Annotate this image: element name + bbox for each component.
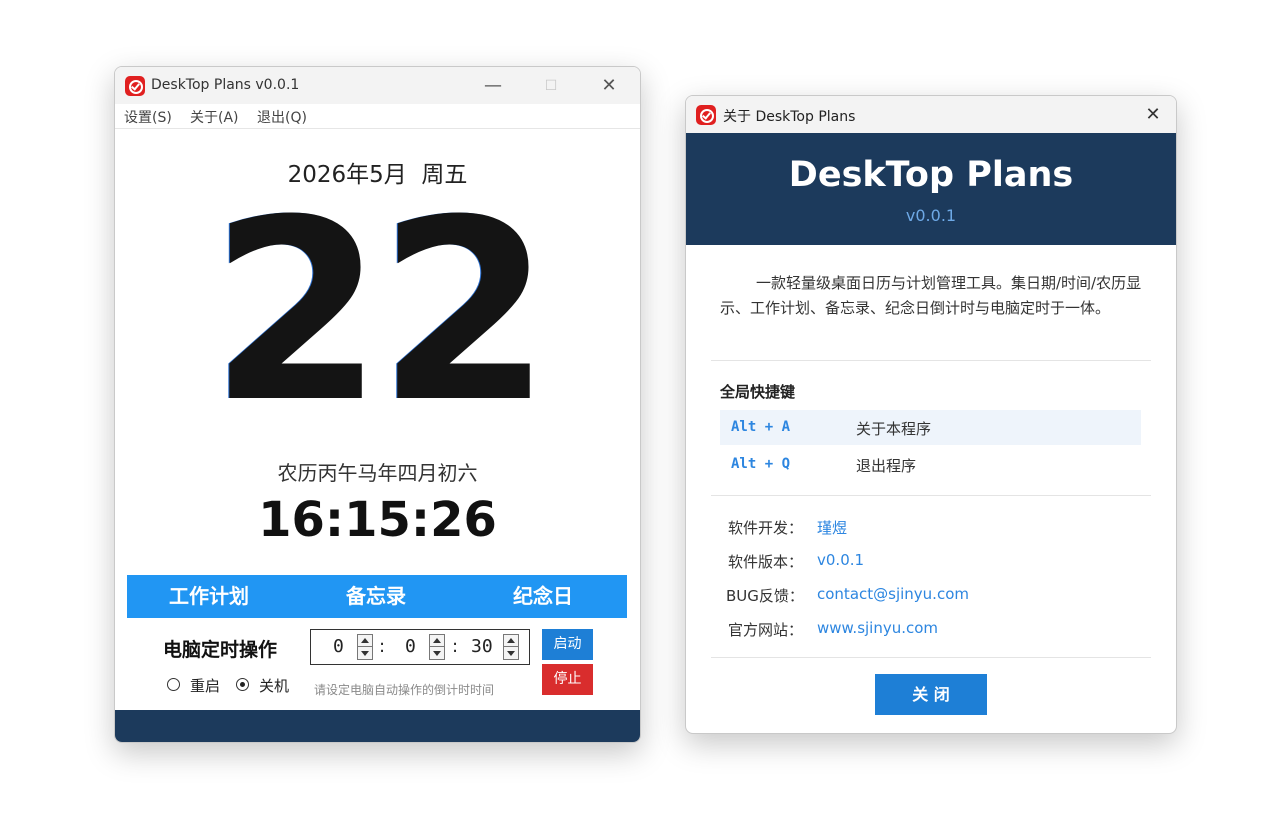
seconds-spinner-icon[interactable] (503, 634, 519, 660)
developer-value: 瑾煜 (817, 519, 848, 537)
about-dialog: 关于 DeskTop Plans ✕ DeskTop Plans v0.0.1 … (685, 95, 1177, 734)
restart-radio-icon[interactable] (167, 678, 180, 691)
divider (711, 495, 1151, 496)
divider (711, 657, 1151, 658)
divider (711, 360, 1151, 361)
shutdown-label[interactable]: 关机 (259, 675, 289, 696)
restart-label[interactable]: 重启 (190, 675, 220, 696)
version-label: 软件版本： (728, 553, 804, 571)
shortcut-row: Alt + A 关于本程序 (720, 410, 1141, 445)
about-titlebar[interactable]: 关于 DeskTop Plans ✕ (686, 96, 1176, 133)
footer-bar (115, 710, 640, 742)
minimize-button[interactable]: — (470, 67, 516, 104)
website-link[interactable]: www.sjinyu.com (817, 619, 938, 637)
shortcut-action: 退出程序 (856, 457, 917, 475)
hours-value[interactable]: 0 (333, 636, 344, 657)
main-window: DeskTop Plans v0.0.1 — ☐ ✕ 设置(S) 关于(A) 退… (114, 66, 641, 743)
menu-about[interactable]: 关于(A) (190, 107, 239, 127)
app-version: v0.0.1 (905, 206, 957, 225)
tab-anniversary[interactable]: 纪念日 (473, 575, 613, 618)
feature-tabbar: 工作计划 备忘录 纪念日 (127, 575, 627, 618)
time-separator: : (379, 636, 386, 657)
app-clock-icon (696, 105, 716, 125)
shortcut-row: Alt + Q 退出程序 (720, 447, 1141, 482)
bug-feedback-label: BUG反馈： (726, 587, 804, 605)
shutdown-radio-icon[interactable] (236, 678, 249, 691)
main-window-title: DeskTop Plans v0.0.1 (151, 77, 300, 93)
shortcut-keys: Alt + A (731, 419, 791, 435)
website-label: 官方网站： (728, 621, 804, 639)
version-value: v0.0.1 (817, 551, 865, 569)
tab-work-plan[interactable]: 工作计划 (139, 575, 279, 618)
minutes-value[interactable]: 0 (405, 636, 416, 657)
about-close-button[interactable]: 关 闭 (875, 674, 987, 715)
shortcut-keys: Alt + Q (731, 456, 791, 472)
menu-settings[interactable]: 设置(S) (124, 107, 172, 127)
close-button[interactable]: ✕ (586, 67, 632, 104)
stop-button[interactable]: 停止 (542, 664, 593, 695)
maximize-button[interactable]: ☐ (528, 67, 574, 104)
developer-label: 软件开发： (728, 519, 804, 537)
main-titlebar[interactable]: DeskTop Plans v0.0.1 — ☐ ✕ (115, 67, 640, 104)
countdown-timer-input[interactable]: 0 : 0 : 30 (310, 629, 530, 665)
shortcut-action: 关于本程序 (856, 420, 932, 438)
time-separator: : (452, 636, 459, 657)
app-name: DeskTop Plans (788, 155, 1074, 195)
shortcuts-title: 全局快捷键 (720, 383, 796, 401)
about-close-icon[interactable]: ✕ (1130, 96, 1176, 133)
app-clock-icon (125, 76, 145, 96)
start-button[interactable]: 启动 (542, 629, 593, 660)
shutdown-title: 电脑定时操作 (163, 639, 278, 661)
menu-exit[interactable]: 退出(Q) (257, 107, 307, 127)
about-header: DeskTop Plans v0.0.1 (686, 133, 1176, 245)
seconds-value[interactable]: 30 (471, 636, 493, 657)
about-window-title: 关于 DeskTop Plans (723, 109, 856, 125)
minutes-spinner-icon[interactable] (429, 634, 445, 660)
hours-spinner-icon[interactable] (357, 634, 373, 660)
tab-memo[interactable]: 备忘录 (306, 575, 446, 618)
day-number: 22 (209, 166, 552, 457)
app-description: 一款轻量级桌面日历与计划管理工具。集日期/时间/农历显示、工作计划、备忘录、纪念… (720, 274, 1142, 317)
menubar: 设置(S) 关于(A) 退出(Q) (115, 104, 640, 129)
lunar-date: 农历丙午马年四月初六 (277, 461, 478, 485)
bug-feedback-link[interactable]: contact@sjinyu.com (817, 585, 969, 603)
current-time: 16:15:26 (258, 492, 497, 548)
countdown-hint: 请设定电脑自动操作的倒计时时间 (314, 683, 495, 697)
